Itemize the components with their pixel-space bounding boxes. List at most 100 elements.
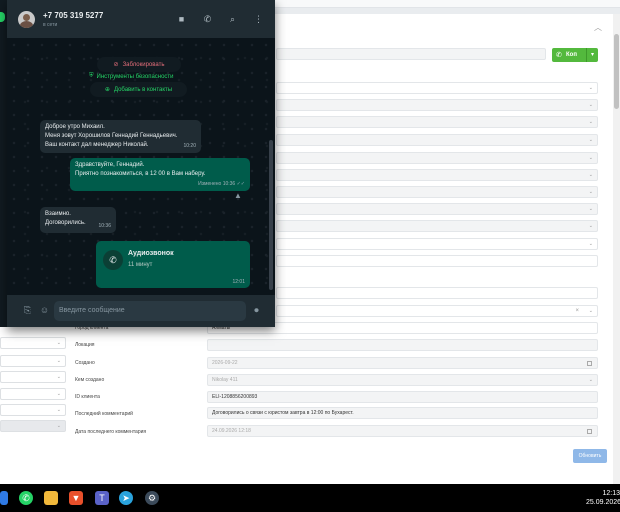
clock-time: 12:13 [602, 490, 620, 497]
crm-select[interactable]: ⌄ [276, 238, 598, 250]
crm-select[interactable]: ⌄ [276, 116, 598, 128]
more-menu-icon[interactable]: ⋮ [253, 14, 264, 25]
message-incoming[interactable]: Взаимно. Договорились. 10:36 [40, 207, 116, 233]
chevron-down-icon: ⌄ [588, 189, 593, 195]
call-title: Аудиозвонок [128, 250, 174, 257]
brave-icon[interactable]: ▼ [69, 491, 83, 505]
block-button[interactable]: ⊘ Заблокировать [97, 57, 181, 72]
chevron-down-icon: ⌄ [56, 423, 61, 429]
crm-select[interactable]: ⌄ [276, 82, 598, 94]
crm-select[interactable]: ⌄ [276, 99, 598, 111]
clock-date: 25.09.2026 [586, 499, 620, 506]
left-select[interactable]: ⌄ [0, 404, 66, 416]
phone-call-icon: ✆ [103, 250, 123, 270]
voice-call-icon[interactable]: ✆ [202, 14, 213, 25]
video-call-icon[interactable]: ■ [176, 14, 187, 25]
telegram-icon[interactable]: ➤ [119, 491, 133, 505]
chevron-down-icon: ⌄ [588, 241, 593, 247]
chevron-down-icon: ⌄ [588, 308, 593, 314]
crm-field[interactable] [276, 255, 598, 267]
taskbar [0, 484, 620, 512]
field-label: Кем создано [75, 377, 105, 383]
created-by-value: Nikolay 411 [212, 377, 238, 383]
active-indicator [0, 12, 5, 22]
last-comment-value: Договорились о связи с юристом завтра в … [212, 410, 354, 416]
left-select[interactable]: ⌄ [0, 355, 66, 367]
clear-icon[interactable]: × [575, 306, 579, 316]
settings-gear-icon[interactable]: ⚙ [145, 491, 159, 505]
shield-icon: ⛨ [89, 73, 94, 79]
chevron-down-icon: ⌄ [588, 377, 593, 383]
message-line: Меня зовут Хорошилов Геннадий Геннадьеви… [45, 133, 178, 139]
whatsapp-icon[interactable]: ✆ [19, 491, 33, 505]
message-line: Ваш контакт дал менеджер Николай. [45, 142, 149, 148]
created-date-value: 2026-09-22 [212, 360, 238, 366]
message-time: 10:36 [98, 223, 111, 229]
last-comment-date-field[interactable]: 24.09.2026 12:18 [207, 425, 598, 437]
field-label: ID клиента [75, 394, 100, 400]
field-label: Создано [75, 360, 95, 366]
attach-icon[interactable]: ⎘ [21, 304, 34, 317]
crm-select[interactable]: ⌄ [276, 186, 598, 198]
last-comment-field[interactable]: Договорились о связи с юристом завтра в … [207, 407, 598, 419]
contact-name[interactable]: +7 705 319 5277 [43, 11, 103, 20]
forward-icon[interactable]: ▲ [234, 191, 242, 200]
crm-select[interactable]: ⌄ [276, 203, 598, 215]
crm-select[interactable]: ⌄ [276, 169, 598, 181]
chevron-down-icon: ⌄ [588, 137, 593, 143]
client-id-field[interactable]: ELI-1208856200893 [207, 391, 598, 403]
whatsapp-chat-window: +7 705 319 5277 в сети ■ ✆ ⌕ ⋮ ⛨ Инструм… [7, 0, 275, 327]
created-date-field[interactable]: 2026-09-22 [207, 357, 598, 369]
left-select[interactable]: ⌄ [0, 371, 66, 383]
chat-header[interactable]: +7 705 319 5277 в сети ■ ✆ ⌕ ⋮ [7, 0, 275, 38]
search-icon[interactable]: ⌕ [227, 14, 238, 25]
avatar[interactable] [18, 11, 35, 28]
chevron-down-icon: ⌄ [588, 102, 593, 108]
field-label: Локация [75, 342, 95, 348]
created-by-field[interactable]: Nikolay 411 ⌄ [207, 374, 598, 386]
chevron-down-icon: ⌄ [56, 374, 61, 380]
field-label: Дата последнего комментария [75, 429, 147, 435]
message-time-text: Изменено 10:36 [198, 181, 236, 187]
message-incoming[interactable]: Доброе утро Михаил. Меня зовут Хорошилов… [40, 120, 201, 153]
sticker-icon[interactable]: ☺ [38, 304, 51, 317]
calendar-icon [587, 361, 592, 366]
start-icon[interactable] [0, 491, 8, 505]
crm-scroll-thumb[interactable] [614, 34, 619, 109]
chat-scrollbar[interactable] [269, 140, 273, 290]
security-tools-link[interactable]: ⛨ Инструменты безопасности [89, 73, 174, 80]
chevron-down-icon: ⌄ [588, 172, 593, 178]
crm-select[interactable]: ⌄ [276, 134, 598, 146]
crm-multiselect[interactable]: × ⌄ [276, 305, 598, 317]
call-button[interactable]: ✆ Коп ▾ [552, 48, 598, 62]
add-contact-label: Добавить в контакты [113, 86, 173, 93]
collapse-chevron-icon[interactable]: ︿ [594, 22, 602, 33]
crm-scrollbar[interactable] [613, 14, 620, 484]
crm-field[interactable] [276, 48, 546, 60]
teams-icon[interactable]: T [95, 491, 109, 505]
save-button[interactable]: Обновить [573, 449, 607, 463]
add-contact-icon: ⊕ [104, 87, 110, 93]
call-dropdown-icon[interactable]: ▾ [586, 48, 598, 62]
message-time: Изменено 10:36 ✓✓ [198, 180, 245, 189]
location-field[interactable] [207, 339, 598, 351]
chat-footer: ⎘ ☺ Введите сообщение ⏺ [7, 295, 275, 327]
crm-select[interactable]: ⌄ [276, 152, 598, 164]
crm-field[interactable] [276, 287, 598, 299]
message-input[interactable]: Введите сообщение [54, 301, 246, 321]
message-outgoing[interactable]: Здравствуйте, Геннадий. Приятно познаком… [70, 158, 250, 191]
add-contact-button[interactable]: ⊕ Добавить в контакты [90, 82, 187, 97]
crm-select[interactable]: ⌄ [276, 220, 598, 232]
folder-icon[interactable] [44, 491, 58, 505]
microphone-icon[interactable]: ⏺ [250, 304, 263, 317]
left-select[interactable]: ⌄ [0, 337, 66, 349]
left-select[interactable]: ⌄ [0, 388, 66, 400]
chevron-down-icon: ⌄ [588, 223, 593, 229]
phone-icon: ✆ [556, 52, 562, 59]
wa-sidebar-edge [0, 0, 7, 327]
message-line: Приятно познакомиться, в 12 00 в Вам наб… [75, 171, 206, 177]
chevron-down-icon: ⌄ [588, 155, 593, 161]
system-clock[interactable]: 12:13 25.09.2026 [586, 489, 620, 507]
call-message[interactable]: ✆ Аудиозвонок 11 минут 12:01 [96, 241, 250, 288]
left-select[interactable]: ⌄ [0, 420, 66, 432]
